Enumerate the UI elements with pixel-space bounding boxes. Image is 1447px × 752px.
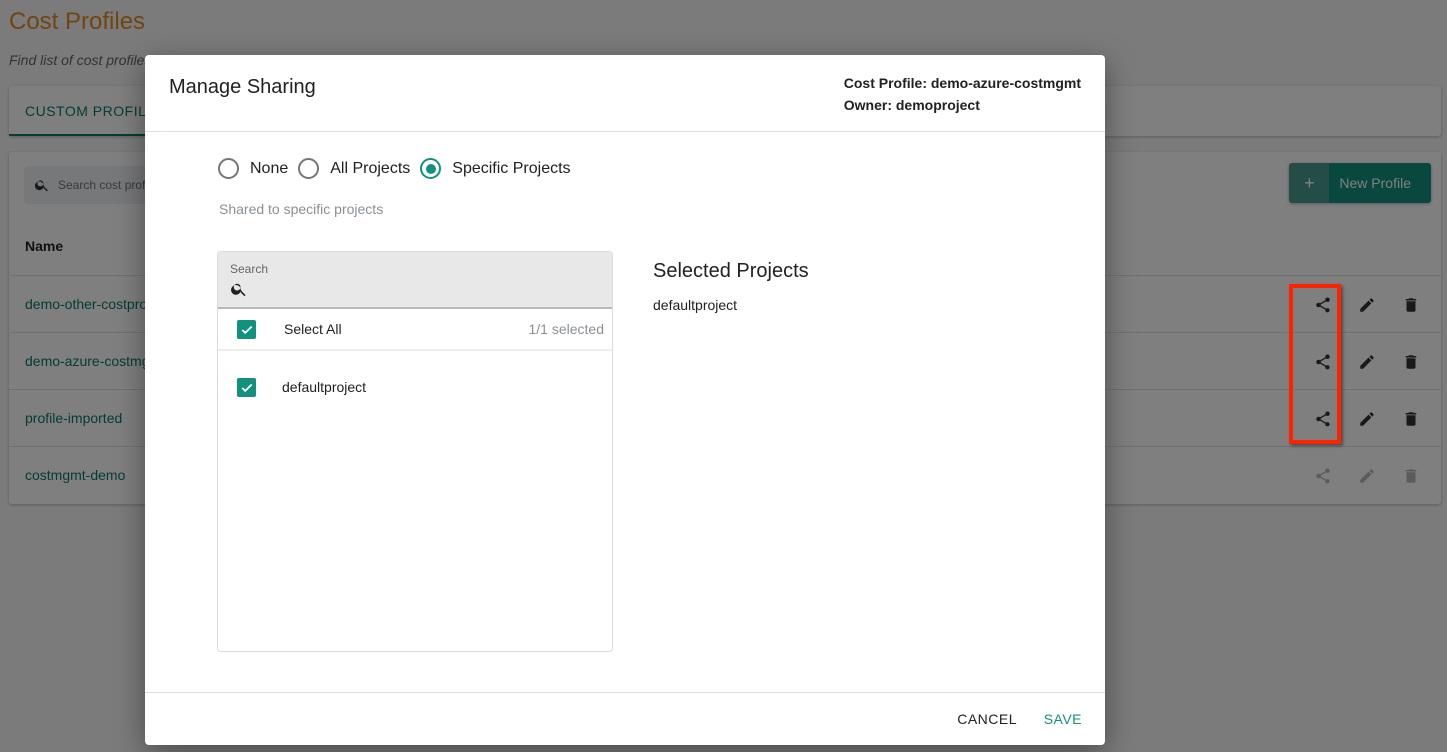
radio-label: All Projects xyxy=(330,159,411,177)
cancel-button[interactable]: CANCEL xyxy=(957,711,1017,727)
selected-projects-title: Selected Projects xyxy=(653,260,809,282)
dialog-meta: Cost Profile: demo-azure-costmgmt Owner:… xyxy=(844,72,1081,116)
radio-circle xyxy=(218,158,239,179)
select-all-row[interactable]: Select All 1/1 selected xyxy=(218,309,612,351)
radio-label: None xyxy=(250,159,289,177)
dialog-header: Manage Sharing Cost Profile: demo-azure-… xyxy=(145,55,1105,132)
check-icon xyxy=(241,325,252,334)
selected-count: 1/1 selected xyxy=(528,321,605,337)
project-list-panel: Search Select All 1/1 selected defaultpr… xyxy=(217,251,613,652)
sharing-radio-group: None All Projects Specific Projects xyxy=(218,158,581,179)
radio-circle xyxy=(298,158,320,179)
sharing-helper-text: Shared to specific projects xyxy=(219,201,384,217)
search-icon xyxy=(231,283,246,297)
check-icon xyxy=(241,383,252,392)
radio-label: Specific Projects xyxy=(452,159,571,177)
project-search-input[interactable] xyxy=(258,280,598,296)
save-button[interactable]: SAVE xyxy=(1044,711,1082,727)
dialog-title: Manage Sharing xyxy=(169,76,316,98)
manage-sharing-dialog: Manage Sharing Cost Profile: demo-azure-… xyxy=(145,55,1105,745)
select-all-checkbox[interactable] xyxy=(237,320,256,339)
project-search-field[interactable]: Search xyxy=(218,252,612,309)
radio-circle xyxy=(420,158,442,179)
owner-label: Owner: demoproject xyxy=(843,97,980,113)
radio-specific-projects[interactable]: Specific Projects xyxy=(420,158,571,179)
project-checkbox[interactable] xyxy=(237,378,256,397)
radio-all-projects[interactable]: All Projects xyxy=(298,158,410,179)
selected-project-item: defaultproject xyxy=(653,297,738,313)
project-list-item[interactable]: defaultproject xyxy=(218,351,612,424)
select-all-label: Select All xyxy=(284,321,342,337)
project-search-label: Search xyxy=(230,262,269,276)
radio-none[interactable]: None xyxy=(218,158,288,179)
cost-profile-label: Cost Profile: demo-azure-costmgmt xyxy=(843,75,1081,91)
project-label: defaultproject xyxy=(282,379,367,395)
share-icons-highlight xyxy=(1289,284,1341,444)
dialog-footer: CANCEL SAVE xyxy=(145,692,1105,745)
